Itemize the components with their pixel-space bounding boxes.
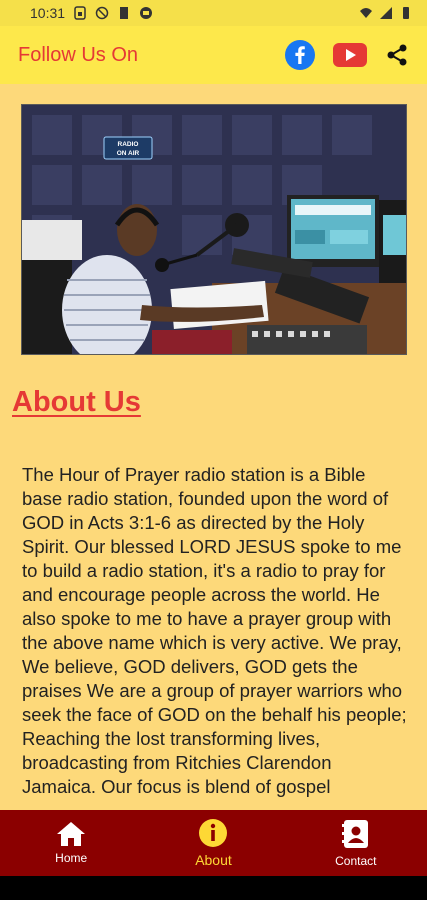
- nav-home-label: Home: [55, 851, 88, 865]
- radio-studio-photo: RADIO ON AIR: [21, 104, 407, 355]
- app-bar: Follow Us On: [0, 26, 427, 84]
- home-icon: [57, 822, 86, 846]
- storage-icon: [120, 7, 129, 19]
- status-time: 10:31: [30, 5, 66, 21]
- svg-text:ON AIR: ON AIR: [117, 150, 140, 157]
- contact-icon: [341, 820, 368, 848]
- signal-icon: [380, 7, 392, 19]
- social-links: [285, 40, 409, 70]
- status-bar: 10:31: [0, 0, 427, 26]
- wifi-icon: [360, 8, 372, 18]
- nav-home[interactable]: Home: [0, 810, 142, 876]
- share-icon[interactable]: [385, 43, 409, 67]
- svg-text:RADIO: RADIO: [118, 141, 139, 148]
- nav-about[interactable]: About: [142, 810, 284, 876]
- sim-icon: [74, 6, 86, 20]
- nav-about-label: About: [195, 852, 232, 868]
- follow-us-label: Follow Us On: [18, 43, 139, 66]
- about-us-heading: About Us: [12, 386, 141, 418]
- bottom-navigation: Home About Contact: [0, 810, 427, 876]
- block-icon: [95, 6, 109, 20]
- nav-contact[interactable]: Contact: [285, 810, 427, 876]
- facebook-icon[interactable]: [285, 40, 315, 70]
- nav-contact-label: Contact: [335, 854, 377, 868]
- youtube-icon[interactable]: [333, 43, 367, 67]
- main-content[interactable]: RADIO ON AIR About Us The Hour of Prayer…: [0, 84, 427, 810]
- about-us-description: The Hour of Prayer radio station is a Bi…: [22, 464, 407, 797]
- system-gesture-bar: [0, 876, 427, 900]
- battery-icon: [403, 7, 409, 19]
- info-icon: [199, 819, 228, 847]
- app-notification-icon: [140, 7, 153, 19]
